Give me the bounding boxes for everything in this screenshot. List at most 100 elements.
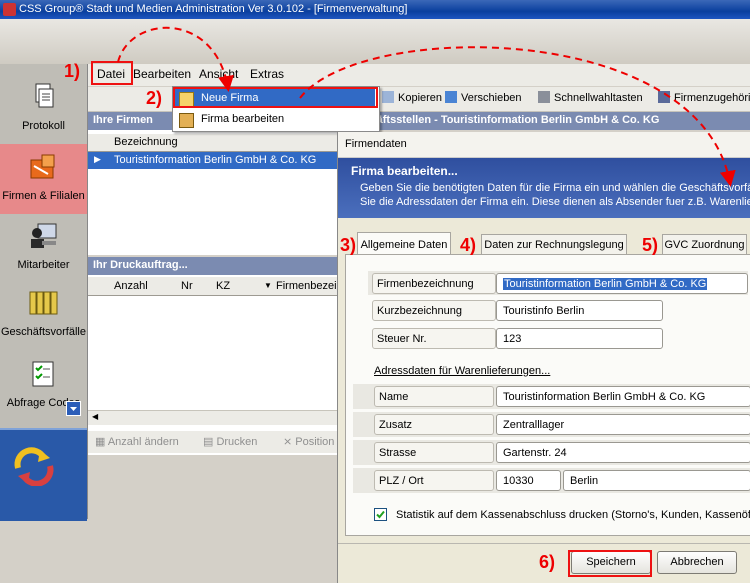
- print-orders-grid: Anzahl Nr KZ ▼ Firmenbezei ◀: [88, 275, 338, 455]
- edit-icon: [179, 113, 194, 128]
- column-bezeichnung[interactable]: Bezeichnung: [114, 136, 178, 148]
- label-plz-ort: PLZ / Ort: [374, 470, 494, 491]
- toolbar-speeddial-button[interactable]: Schnellwahltasten: [538, 91, 643, 104]
- checkmark-icon: [376, 510, 385, 519]
- firms-grid: Bezeichnung ▶ Touristinformation Berlin …: [88, 130, 338, 255]
- menu-bearbeiten[interactable]: Bearbeiten: [133, 67, 191, 81]
- position-label: Position: [295, 436, 335, 448]
- input-kurzbezeichnung[interactable]: Touristinfo Berlin: [496, 300, 663, 321]
- print-orders-actions: ▦ Anzahl ändern ▤ Drucken ⨯ Position: [88, 431, 338, 453]
- highlight-neue-firma: [173, 87, 378, 108]
- nav-scroll-down-button[interactable]: [66, 401, 81, 416]
- nav-item-protokoll[interactable]: Protokoll: [0, 78, 87, 138]
- toolbar-company-membership-label: Firmenzugehörig: [674, 92, 750, 104]
- table-row[interactable]: ▶ Touristinformation Berlin GmbH & Co. K…: [88, 152, 338, 169]
- change-quantity-button[interactable]: ▦ Anzahl ändern: [95, 435, 179, 448]
- toolbar-speeddial-label: Schnellwahltasten: [554, 92, 643, 104]
- highlight-speichern: [568, 550, 652, 577]
- label-kurzbezeichnung: Kurzbezeichnung: [372, 300, 496, 321]
- column-kz[interactable]: KZ: [216, 280, 230, 292]
- print-orders-column-header: Anzahl Nr KZ ▼ Firmenbezei: [88, 277, 338, 296]
- binders-icon: [29, 291, 58, 315]
- nav-label: Firmen & Filialen: [2, 190, 85, 202]
- nav-bottom-panel: [0, 428, 87, 521]
- input-plz[interactable]: 10330: [496, 470, 561, 491]
- label-steuer-nr: Steuer Nr.: [372, 328, 496, 349]
- print-button[interactable]: ▤ Drucken: [203, 435, 257, 448]
- group-icon: [658, 91, 670, 103]
- input-name[interactable]: Touristinformation Berlin GmbH & Co. KG: [496, 386, 750, 407]
- title-bar: CSS Group® Stadt und Medien Administrati…: [0, 0, 750, 19]
- position-button[interactable]: ⨯ Position: [283, 435, 334, 448]
- firm-data-dialog: Firmendaten Firma bearbeiten... Geben Si…: [337, 132, 750, 583]
- label-name: Name: [374, 386, 494, 407]
- column-firmenbezeichnung[interactable]: Firmenbezei: [276, 280, 337, 292]
- toolbar-move-label: Verschieben: [461, 92, 522, 104]
- window-frame: [0, 19, 750, 64]
- nav-item-geschaeftsvorfaelle[interactable]: Geschäftsvorfälle: [0, 286, 87, 346]
- branches-header: Geschäftsstellen - Touristinformation Be…: [338, 112, 750, 130]
- toolbar-copy-button[interactable]: Kopieren: [382, 91, 442, 104]
- input-ort[interactable]: Berlin: [563, 470, 750, 491]
- sort-down-icon: ▼: [264, 281, 272, 290]
- move-icon: [445, 91, 457, 103]
- annotation-5: 5): [642, 235, 659, 255]
- label-zusatz: Zusatz: [374, 414, 494, 435]
- address-section-title: Adressdaten für Warenlieferungen...: [374, 365, 551, 377]
- document-icon: [35, 83, 54, 108]
- label-strasse: Strasse: [374, 442, 494, 463]
- toolbar-company-membership-button[interactable]: Firmenzugehörig: [658, 91, 750, 104]
- annotation-3: 3): [340, 235, 357, 255]
- menu-extras[interactable]: Extras: [250, 67, 284, 81]
- tab-allgemeine-daten[interactable]: Allgemeine Daten: [357, 232, 451, 256]
- input-steuer-nr[interactable]: 123: [496, 328, 663, 349]
- cancel-button[interactable]: Abbrechen: [657, 551, 737, 574]
- dialog-description-line1: Geben Sie die benötigten Daten für die F…: [360, 182, 750, 194]
- row-pointer-icon: ▶: [94, 154, 101, 164]
- dialog-heading: Firma bearbeiten...: [351, 164, 458, 178]
- nav-label: Mitarbeiter: [17, 259, 70, 271]
- menu-ansicht[interactable]: Ansicht: [199, 67, 238, 81]
- label-firmenbezeichnung: Firmenbezeichnung: [372, 273, 496, 294]
- nav-item-mitarbeiter[interactable]: Mitarbeiter: [0, 219, 87, 279]
- checklist-icon: [32, 361, 54, 387]
- print-orders-header: Ihr Druckauftrag...: [88, 257, 338, 275]
- menu-item-label: Firma bearbeiten: [201, 113, 285, 125]
- dialog-description-line2: Sie die Adressdaten der Firma ein. Diese…: [360, 196, 750, 208]
- annotation-4: 4): [460, 235, 477, 255]
- annotation-6: 6): [539, 552, 556, 572]
- dialog-separator: [338, 543, 750, 544]
- refresh-logo-icon: [14, 447, 54, 486]
- nav-item-firmen-filialen[interactable]: Firmen & Filialen: [0, 144, 87, 214]
- tab-rechnungslegung[interactable]: Daten zur Rechnungslegung: [481, 234, 627, 255]
- statistics-checkbox[interactable]: [374, 508, 387, 521]
- nav-label: Geschäftsvorfälle: [1, 326, 86, 338]
- dialog-caption-bar: Firmendaten: [338, 132, 750, 158]
- menu-bar: Datei Bearbeiten Ansicht Extras: [88, 64, 750, 86]
- column-anzahl[interactable]: Anzahl: [114, 280, 148, 292]
- menu-item-edit-firm[interactable]: Firma bearbeiten: [175, 110, 375, 129]
- annotation-2: 2): [146, 88, 163, 108]
- annotation-1: 1): [64, 61, 81, 81]
- keyboard-icon: [538, 91, 550, 103]
- column-nr[interactable]: Nr: [181, 280, 193, 292]
- app-icon: [3, 3, 16, 16]
- statistics-checkbox-label: Statistik auf dem Kassenabschluss drucke…: [396, 509, 750, 521]
- input-strasse[interactable]: Gartenstr. 24: [496, 442, 750, 463]
- firms-column-header: Bezeichnung: [88, 134, 338, 152]
- toolbar-move-button[interactable]: Verschieben: [445, 91, 522, 104]
- input-zusatz[interactable]: Zentralllager: [496, 414, 750, 435]
- bottom-gap: [88, 455, 338, 519]
- dialog-caption: Firmendaten: [345, 138, 407, 150]
- input-firmenbezeichnung[interactable]: Touristinformation Berlin GmbH & Co. KG: [496, 273, 748, 294]
- selected-text: Touristinformation Berlin GmbH & Co. KG: [503, 278, 708, 290]
- horizontal-scrollbar[interactable]: ◀: [88, 410, 338, 425]
- scroll-left-icon: ◀: [92, 412, 99, 421]
- nav-label: Protokoll: [22, 120, 65, 132]
- change-quantity-label: Anzahl ändern: [107, 436, 179, 448]
- window-title: CSS Group® Stadt und Medien Administrati…: [19, 3, 408, 15]
- highlight-datei: [91, 61, 133, 85]
- copy-icon: [382, 91, 394, 103]
- tab-gvc-zuordnung[interactable]: GVC Zuordnung: [662, 234, 747, 255]
- toolbar-copy-label: Kopieren: [398, 92, 443, 104]
